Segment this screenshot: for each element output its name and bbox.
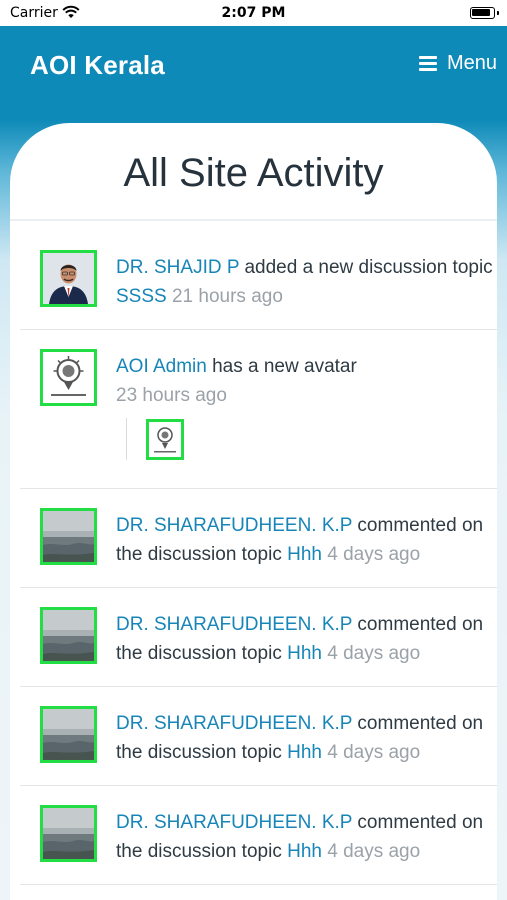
avatar[interactable]	[40, 805, 97, 862]
divider	[20, 488, 497, 489]
topic-link[interactable]: SSSS	[116, 286, 167, 307]
timestamp: 21 hours ago	[171, 286, 283, 307]
user-link[interactable]: DR. SHARAFUDHEEN. K.P	[116, 515, 352, 536]
timestamp: 4 days ago	[327, 742, 421, 763]
avatar[interactable]	[40, 250, 97, 307]
title-divider	[10, 219, 497, 221]
page-title: All Site Activity	[123, 151, 384, 195]
seascape-photo-icon	[43, 808, 94, 859]
user-link[interactable]: DR. SHAJID P	[116, 257, 239, 278]
activity-text: DR. SHARAFUDHEEN. K.P commented on the d…	[116, 808, 496, 866]
timestamp: 4 days ago	[327, 544, 421, 565]
divider	[20, 785, 497, 786]
divider	[20, 587, 497, 588]
topic-link[interactable]: Hhh	[287, 742, 322, 763]
menu-label: Menu	[446, 52, 497, 74]
menu-button[interactable]: Menu	[418, 52, 497, 75]
divider	[20, 329, 497, 330]
activity-card: All Site Activity DR. SHAJID P added a n…	[10, 123, 497, 900]
timestamp: 4 days ago	[327, 841, 421, 862]
preview-rule	[126, 418, 127, 460]
activity-action: has a new avatar	[206, 356, 357, 377]
topic-link[interactable]: Hhh	[287, 643, 322, 664]
avatar[interactable]	[40, 508, 97, 565]
aoi-logo-icon	[149, 422, 181, 457]
user-link[interactable]: AOI Admin	[116, 356, 207, 377]
activity-text: AOI Admin has a new avatar 23 hours ago	[116, 352, 496, 410]
activity-text: DR. SHARAFUDHEEN. K.P commented on the d…	[116, 610, 496, 668]
timestamp: 4 days ago	[327, 643, 421, 664]
battery-icon	[470, 7, 499, 19]
aoi-logo-icon	[43, 352, 94, 403]
clock: 2:07 PM	[221, 5, 286, 21]
avatar[interactable]	[40, 349, 97, 406]
avatar[interactable]	[40, 706, 97, 763]
activity-action: added a new discussion topic	[239, 257, 493, 278]
user-link[interactable]: DR. SHARAFUDHEEN. K.P	[116, 614, 352, 635]
topic-link[interactable]: Hhh	[287, 841, 322, 862]
activity-text: DR. SHARAFUDHEEN. K.P commented on the d…	[116, 709, 496, 767]
timestamp: 23 hours ago	[116, 385, 227, 406]
new-avatar-preview[interactable]	[146, 419, 184, 460]
status-bar: Carrier 2:07 PM	[0, 0, 507, 26]
person-portrait-icon	[43, 253, 94, 304]
activity-text: DR. SHARAFUDHEEN. K.P commented on the d…	[116, 511, 496, 569]
seascape-photo-icon	[43, 610, 94, 661]
user-link[interactable]: DR. SHARAFUDHEEN. K.P	[116, 812, 352, 833]
site-title[interactable]: AOI Kerala	[30, 50, 165, 81]
hamburger-icon	[418, 55, 437, 72]
seascape-photo-icon	[43, 511, 94, 562]
divider	[20, 686, 497, 687]
app-header: AOI Kerala Menu	[0, 26, 507, 110]
topic-link[interactable]: Hhh	[287, 544, 322, 565]
user-link[interactable]: DR. SHARAFUDHEEN. K.P	[116, 713, 352, 734]
activity-text: DR. SHAJID P added a new discussion topi…	[116, 253, 496, 311]
seascape-photo-icon	[43, 709, 94, 760]
divider	[20, 884, 497, 885]
avatar[interactable]	[40, 607, 97, 664]
